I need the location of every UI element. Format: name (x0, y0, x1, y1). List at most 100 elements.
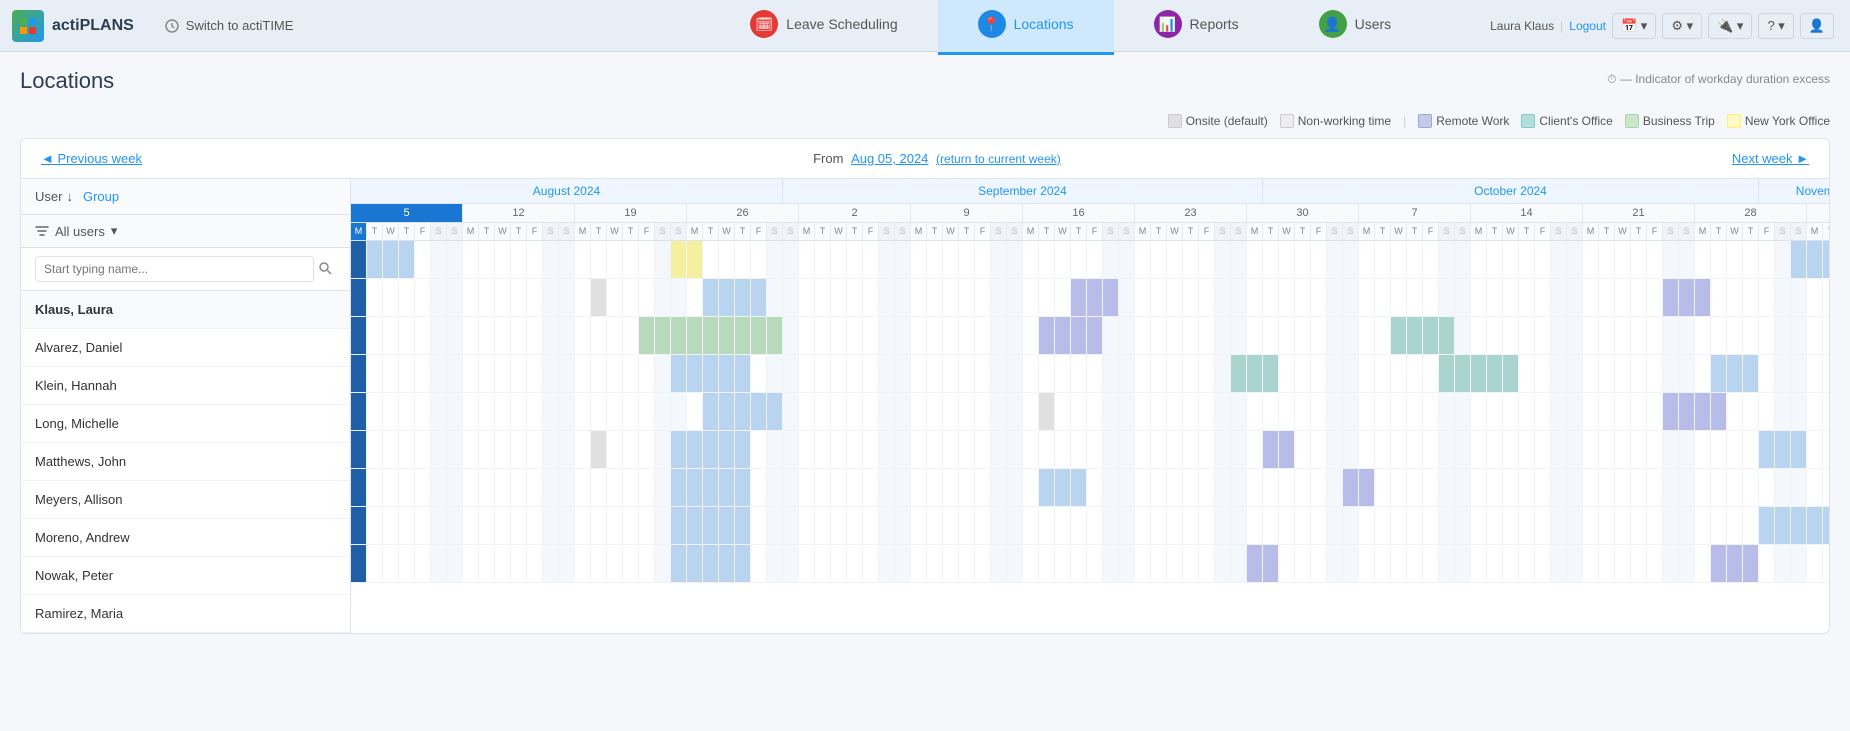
calendar-cell[interactable] (831, 507, 847, 544)
calendar-cell[interactable] (1791, 545, 1807, 582)
calendar-cell[interactable] (1663, 317, 1679, 354)
calendar-cell[interactable] (655, 317, 671, 354)
calendar-cell[interactable] (1375, 241, 1391, 278)
calendar-cell[interactable] (1535, 507, 1551, 544)
calendar-cell[interactable] (543, 469, 559, 506)
calendar-cell[interactable] (927, 355, 943, 392)
calendar-cell[interactable] (511, 507, 527, 544)
calendar-cell[interactable] (815, 317, 831, 354)
calendar-cell[interactable] (1471, 241, 1487, 278)
calendar-cell[interactable] (1215, 355, 1231, 392)
calendar-cell[interactable] (543, 393, 559, 430)
calendar-cell[interactable] (1775, 317, 1791, 354)
group-link[interactable]: Group (83, 189, 119, 204)
calendar-cell[interactable] (1135, 317, 1151, 354)
calendar-cell[interactable] (1327, 545, 1343, 582)
calendar-cell[interactable] (943, 393, 959, 430)
calendar-cell[interactable] (1727, 317, 1743, 354)
calendar-cell[interactable] (943, 279, 959, 316)
calendar-cell[interactable] (847, 317, 863, 354)
calendar-cell[interactable] (1087, 393, 1103, 430)
calendar-cell[interactable] (415, 431, 431, 468)
calendar-cell[interactable] (703, 355, 719, 392)
calendar-cell[interactable] (1551, 279, 1567, 316)
calendar-cell[interactable] (1551, 393, 1567, 430)
calendar-cell[interactable] (703, 317, 719, 354)
calendar-cell[interactable] (783, 317, 799, 354)
user-row[interactable]: Klein, Hannah (21, 367, 350, 405)
calendar-cell[interactable] (1535, 431, 1551, 468)
calendar-cell[interactable] (1215, 279, 1231, 316)
calendar-cell[interactable] (447, 545, 463, 582)
nav-reports[interactable]: 📊 Reports (1114, 0, 1279, 55)
calendar-cell[interactable] (1119, 545, 1135, 582)
calendar-cell[interactable] (479, 431, 495, 468)
calendar-cell[interactable] (767, 545, 783, 582)
calendar-cell[interactable] (1567, 507, 1583, 544)
calendar-cell[interactable] (1711, 431, 1727, 468)
calendar-cell[interactable] (1743, 317, 1759, 354)
calendar-cell[interactable] (879, 469, 895, 506)
calendar-cell[interactable] (1407, 279, 1423, 316)
calendar-cell[interactable] (1391, 545, 1407, 582)
nav-leave-scheduling[interactable]: 🗓 Leave Scheduling (710, 0, 937, 55)
calendar-cell[interactable] (1551, 431, 1567, 468)
calendar-cell[interactable] (687, 393, 703, 430)
calendar-cell[interactable] (895, 507, 911, 544)
calendar-cell[interactable] (831, 279, 847, 316)
user-row[interactable]: Ramirez, Maria (21, 595, 350, 633)
calendar-cell[interactable] (1471, 545, 1487, 582)
calendar-cell[interactable] (1007, 545, 1023, 582)
calendar-cell[interactable] (1807, 317, 1823, 354)
calendar-cell[interactable] (895, 355, 911, 392)
calendar-cell[interactable] (671, 545, 687, 582)
calendar-cell[interactable] (1295, 431, 1311, 468)
calendar-cell[interactable] (1295, 279, 1311, 316)
calendar-cell[interactable] (767, 431, 783, 468)
calendar-cell[interactable] (1039, 241, 1055, 278)
calendar-cell[interactable] (959, 431, 975, 468)
calendar-cell[interactable] (1551, 317, 1567, 354)
calendar-cell[interactable] (1679, 317, 1695, 354)
calendar-cell[interactable] (527, 317, 543, 354)
calendar-cell[interactable] (895, 393, 911, 430)
calendar-cell[interactable] (943, 317, 959, 354)
calendar-cell[interactable] (495, 431, 511, 468)
calendar-cell[interactable] (1103, 545, 1119, 582)
calendar-cell[interactable] (1023, 317, 1039, 354)
calendar-cell[interactable] (911, 469, 927, 506)
calendar-cell[interactable] (1135, 355, 1151, 392)
calendar-cell[interactable] (703, 431, 719, 468)
calendar-cell[interactable] (479, 507, 495, 544)
calendar-cell[interactable] (1695, 355, 1711, 392)
calendar-cell[interactable] (1135, 545, 1151, 582)
calendar-cell[interactable] (863, 317, 879, 354)
calendar-cell[interactable] (1711, 279, 1727, 316)
calendar-cell[interactable] (1823, 469, 1829, 506)
calendar-cell[interactable] (367, 279, 383, 316)
calendar-cell[interactable] (1327, 507, 1343, 544)
calendar-cell[interactable] (1823, 431, 1829, 468)
calendar-cell[interactable] (495, 393, 511, 430)
calendar-cell[interactable] (1487, 279, 1503, 316)
calendar-cell[interactable] (959, 317, 975, 354)
calendar-cell[interactable] (1791, 355, 1807, 392)
calendar-cell[interactable] (735, 545, 751, 582)
calendar-cell[interactable] (1487, 355, 1503, 392)
calendar-cell[interactable] (1327, 393, 1343, 430)
calendar-cell[interactable] (975, 507, 991, 544)
calendar-cell[interactable] (1055, 241, 1071, 278)
calendar-cell[interactable] (431, 431, 447, 468)
calendar-cell[interactable] (1231, 241, 1247, 278)
calendar-cell[interactable] (1279, 431, 1295, 468)
calendar-cell[interactable] (751, 431, 767, 468)
calendar-cell[interactable] (1167, 507, 1183, 544)
calendar-cell[interactable] (1215, 469, 1231, 506)
calendar-cell[interactable] (1679, 469, 1695, 506)
calendar-cell[interactable] (703, 545, 719, 582)
calendar-cell[interactable] (1439, 469, 1455, 506)
calendar-cell[interactable] (991, 469, 1007, 506)
calendar-cell[interactable] (1567, 393, 1583, 430)
calendar-cell[interactable] (943, 469, 959, 506)
calendar-cell[interactable] (1599, 431, 1615, 468)
